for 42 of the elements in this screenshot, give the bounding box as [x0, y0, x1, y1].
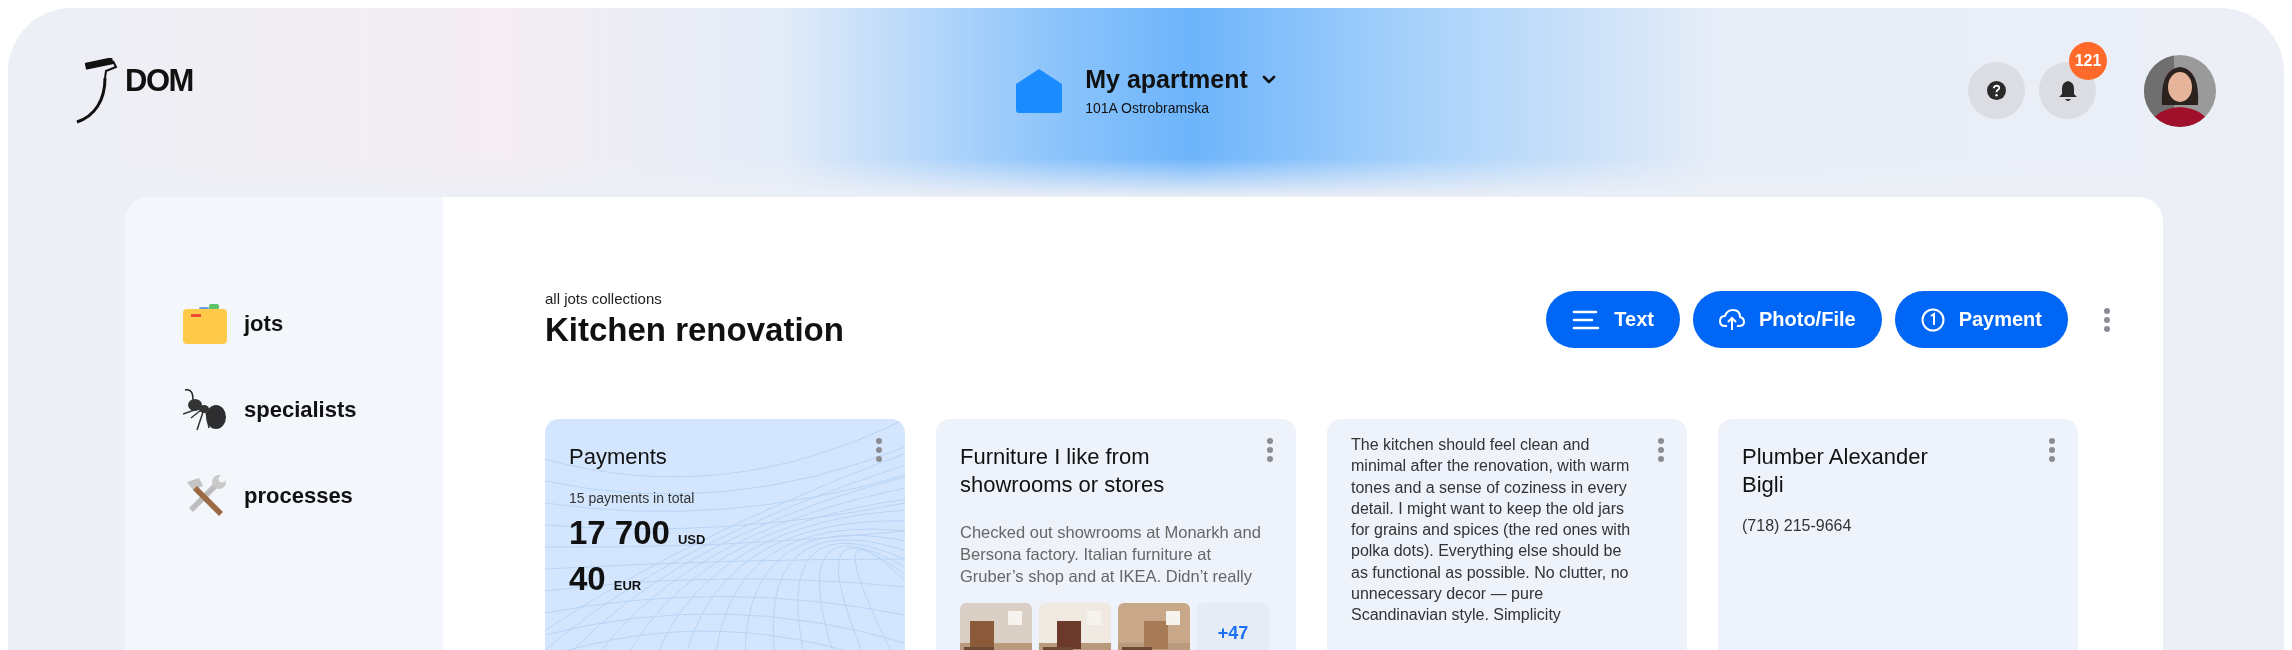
notification-badge: 121 — [2069, 42, 2107, 80]
upload-button[interactable]: Photo/File — [1692, 291, 1882, 348]
contact-card[interactable]: Plumber Alexander Bigli (718) 215-9664 — [1718, 419, 2078, 650]
cloud-upload-icon — [1718, 308, 1745, 331]
more-photos-tile[interactable]: +47 — [1197, 603, 1269, 650]
more-icon[interactable] — [2048, 437, 2056, 463]
currency: EUR — [613, 578, 642, 593]
note-card[interactable]: Furniture I like from showrooms or stores Checked out showrooms at Monarkh and Bersona factory. Italian furniture at Gruber’s shop and at IKEA. Didn’t really +47 — [936, 419, 1296, 650]
currency: USD — [677, 532, 706, 547]
page-title: Kitchen renovation — [545, 311, 844, 349]
number-circle-icon — [1920, 307, 1945, 332]
more-icon[interactable] — [1657, 437, 1665, 463]
sidebar-item[interactable]: specialists — [125, 367, 443, 453]
card-title: Payments — [569, 443, 668, 471]
card-text: The kitchen should feel clean and minimal after the renovation, with warm tones and a sense of coziness in every detail. I might want to keep the old jars for grains and spices (the red ones with polka dots). Everything else should be as functional as possible. No clutter, no unnecessary decor — pure Scandinavian style. Simplicity — [1351, 435, 1632, 626]
amount: 17 700 — [569, 514, 670, 552]
help-icon — [1987, 81, 2006, 100]
sidebar-item[interactable]: jots — [125, 281, 443, 367]
more-icon[interactable] — [875, 437, 883, 463]
house-icon — [1015, 67, 1064, 114]
chevron-down-icon[interactable] — [1261, 75, 1276, 84]
payments-card[interactable]: Payments 15 payments in total 17 700 USD 40 EUR — [545, 419, 905, 650]
ant-icon — [183, 388, 227, 432]
logo-text: DOM — [125, 64, 193, 96]
folder-icon — [183, 304, 227, 344]
payment-button[interactable]: Payment — [1894, 291, 2068, 348]
location-address: 101A Ostrobramska — [1085, 100, 1210, 116]
lines-icon — [1572, 309, 1601, 330]
sidebar-item[interactable]: processes — [125, 453, 443, 539]
payment-count: 15 payments in total — [569, 490, 696, 506]
card-title: Furniture I like from showrooms or stores — [960, 443, 1166, 499]
card-text: Checked out showrooms at Monarkh and Bersona factory. Italian furniture at Gruber’s shop and at IKEA. Didn’t really — [960, 522, 1262, 587]
bell-icon — [2057, 79, 2078, 102]
amount: 40 — [569, 560, 606, 598]
breadcrumb-link[interactable]: all jots collections — [545, 290, 844, 307]
more-icon[interactable] — [1266, 437, 1274, 463]
text-button[interactable]: Text — [1546, 291, 1680, 348]
location-title[interactable]: My apartment — [1085, 65, 1248, 94]
more-icon[interactable] — [2103, 306, 2111, 333]
phone-number: (718) 215-9664 — [1742, 517, 1853, 535]
card-title: Plumber Alexander Bigli — [1742, 443, 1929, 499]
text-card[interactable] — [1327, 419, 1687, 650]
